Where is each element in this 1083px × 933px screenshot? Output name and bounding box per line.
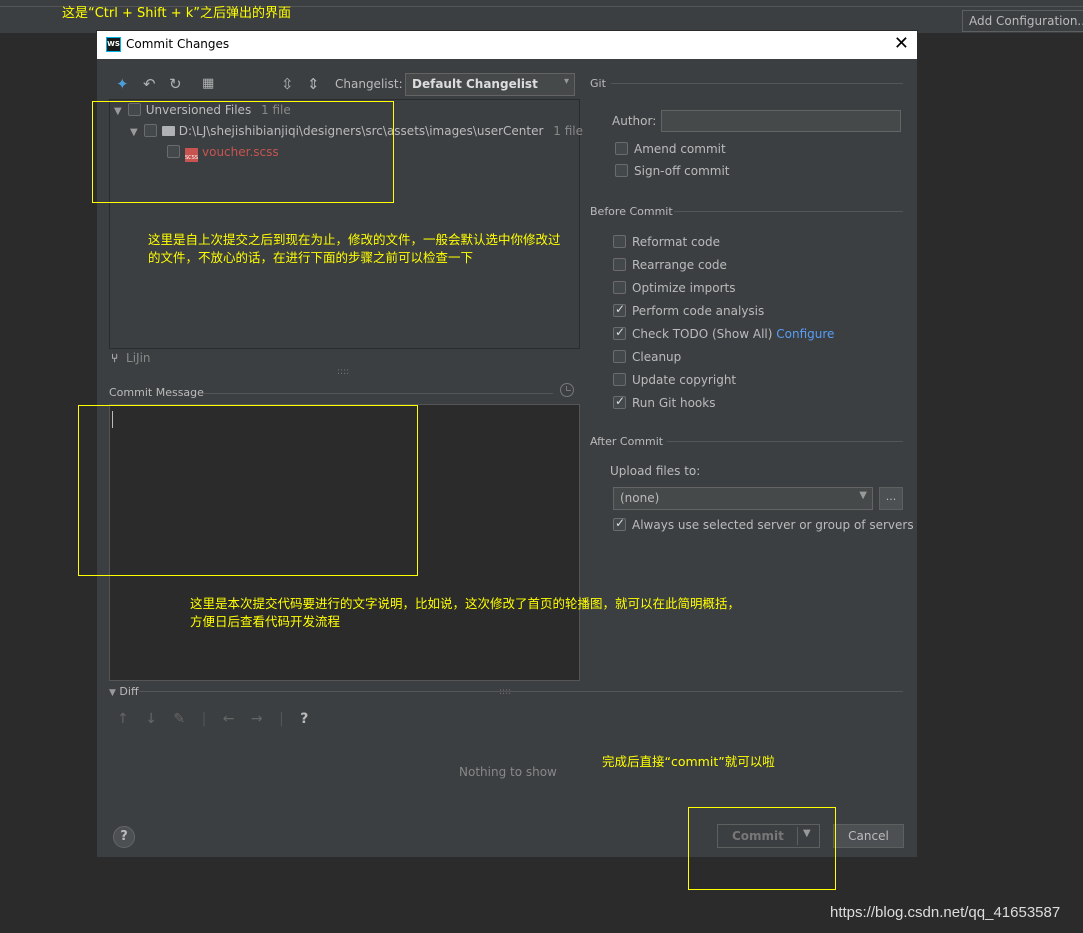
files-highlight-box (92, 101, 394, 203)
refresh-icon[interactable]: ↻ (169, 76, 182, 92)
divider (139, 691, 903, 692)
commit-highlight-box (688, 807, 836, 890)
check-todo-option[interactable]: Check TODO (Show All) Configure (613, 325, 834, 341)
prev-file-icon[interactable]: ← (223, 711, 235, 727)
next-diff-icon[interactable]: ↓ (145, 711, 157, 727)
after-commit-section-label: After Commit (590, 435, 664, 448)
diff-help-icon[interactable]: ? (300, 711, 308, 727)
dialog-titlebar: WS Commit Changes ✕ (97, 31, 917, 59)
signoff-commit-option[interactable]: Sign-off commit (615, 164, 730, 178)
author-input[interactable] (661, 110, 901, 132)
divider (611, 83, 903, 84)
close-icon[interactable]: ✕ (894, 34, 909, 54)
splitter-handle[interactable]: :::: (337, 367, 349, 377)
reformat-checkbox[interactable] (613, 235, 626, 248)
chevron-down-icon: ▼ (859, 490, 867, 501)
optimize-imports-option[interactable]: Optimize imports (613, 281, 736, 295)
check-todo-checkbox[interactable] (613, 325, 626, 340)
git-hooks-checkbox[interactable] (613, 394, 626, 409)
git-hooks-option[interactable]: Run Git hooks (613, 394, 716, 410)
help-button[interactable]: ? (113, 826, 135, 848)
amend-checkbox[interactable] (615, 142, 628, 155)
upload-server-select[interactable]: (none) ▼ (613, 487, 873, 510)
diff-toolbar: ↑ ↓ ✎ | ← → | ? (117, 711, 320, 727)
rearrange-checkbox[interactable] (613, 258, 626, 271)
rearrange-label: Rearrange code (632, 258, 727, 272)
upload-label: Upload files to: (610, 464, 701, 478)
author-name: LiJin (126, 351, 151, 365)
always-use-checkbox[interactable] (613, 516, 626, 531)
cleanup-label: Cleanup (632, 350, 682, 364)
commit-message-label: Commit Message (109, 386, 204, 399)
changelist-select[interactable]: Default Changelist ▾ (405, 73, 575, 96)
signoff-label: Sign-off commit (634, 164, 730, 178)
rollback-icon[interactable]: ↶ (143, 76, 156, 92)
amend-label: Amend commit (634, 142, 726, 156)
code-analysis-option[interactable]: Perform code analysis (613, 302, 765, 318)
check-todo-label: Check TODO (Show All) (632, 327, 773, 341)
always-use-server-option[interactable]: Always use selected server or group of s… (613, 516, 914, 532)
history-clock-icon[interactable] (560, 383, 574, 397)
before-commit-section-label: Before Commit (590, 205, 673, 218)
annotation-files: 这里是自上次提交之后到现在为止，修改的文件，一般会默认选中你修改过 的文件，不放… (148, 231, 561, 267)
browse-servers-button[interactable]: ... (879, 487, 903, 510)
divider (203, 393, 553, 394)
code-analysis-checkbox[interactable] (613, 302, 626, 317)
diff-splitter-handle[interactable]: :::: (499, 687, 511, 697)
show-diff-icon[interactable]: ✦ (116, 76, 129, 92)
annotation-message-line2: 方便日后查看代码开发流程 (190, 614, 341, 629)
branch-icon: ⑂ (111, 351, 119, 365)
dialog-title: Commit Changes (126, 37, 230, 51)
annotation-message-line1: 这里是本次提交代码要进行的文字说明，比如说，这次修改了首页的轮播图，就可以在此简… (190, 596, 741, 611)
toolbar-separator: | (279, 711, 284, 727)
cleanup-checkbox[interactable] (613, 350, 626, 363)
optimize-label: Optimize imports (632, 281, 736, 295)
reformat-label: Reformat code (632, 235, 720, 249)
author-label: Author: (612, 114, 657, 128)
copyright-label: Update copyright (632, 373, 737, 387)
group-by-icon[interactable]: ▦ (202, 76, 214, 92)
watermark: https://blog.csdn.net/qq_41653587 (830, 904, 1061, 921)
signoff-checkbox[interactable] (615, 164, 628, 177)
annotation-commit: 完成后直接“commit”就可以啦 (602, 754, 775, 769)
diff-toggle[interactable]: ▼ Diff (109, 685, 139, 698)
changelist-value: Default Changelist (412, 77, 538, 91)
expand-all-icon[interactable]: ⇳ (281, 76, 294, 92)
annotation-top: 这是“Ctrl + Shift + k”之后弹出的界面 (62, 6, 291, 21)
divider (674, 211, 903, 212)
configure-link[interactable]: Configure (776, 327, 834, 341)
upload-server-value: (none) (620, 491, 660, 505)
author-info: ⑂ LiJin (111, 351, 151, 365)
always-use-label: Always use selected server or group of s… (632, 518, 914, 532)
optimize-checkbox[interactable] (613, 281, 626, 294)
code-analysis-label: Perform code analysis (632, 304, 765, 318)
collapse-all-icon[interactable]: ⇕ (307, 76, 320, 92)
webstorm-logo-icon: WS (106, 37, 121, 52)
git-hooks-label: Run Git hooks (632, 396, 716, 410)
annotation-files-line2: 的文件，不放心的话，在进行下面的步骤之前可以检查一下 (148, 250, 474, 265)
rearrange-code-option[interactable]: Rearrange code (613, 258, 727, 272)
reformat-code-option[interactable]: Reformat code (613, 235, 720, 249)
message-highlight-box (78, 405, 418, 576)
annotation-files-line1: 这里是自上次提交之后到现在为止，修改的文件，一般会默认选中你修改过 (148, 232, 561, 247)
diff-label-text: Diff (119, 685, 139, 698)
git-section-label: Git (590, 77, 606, 90)
collapse-triangle-icon: ▼ (109, 688, 116, 698)
prev-diff-icon[interactable]: ↑ (117, 711, 129, 727)
diff-empty-text: Nothing to show (459, 765, 557, 779)
annotation-message: 这里是本次提交代码要进行的文字说明，比如说，这次修改了首页的轮播图，就可以在此简… (190, 595, 740, 631)
divider (667, 441, 903, 442)
cancel-button[interactable]: Cancel (833, 824, 904, 848)
cleanup-option[interactable]: Cleanup (613, 350, 681, 364)
add-configuration-button[interactable]: Add Configuration... (962, 10, 1083, 32)
next-file-icon[interactable]: → (251, 711, 263, 727)
edit-source-icon[interactable]: ✎ (173, 711, 185, 727)
toolbar-separator: | (201, 711, 207, 727)
changelist-label: Changelist: (335, 77, 403, 91)
chevron-down-icon: ▾ (563, 76, 569, 87)
update-copyright-option[interactable]: Update copyright (613, 373, 736, 387)
folder-count: 1 file (553, 124, 583, 138)
amend-commit-option[interactable]: Amend commit (615, 142, 726, 156)
copyright-checkbox[interactable] (613, 373, 626, 386)
